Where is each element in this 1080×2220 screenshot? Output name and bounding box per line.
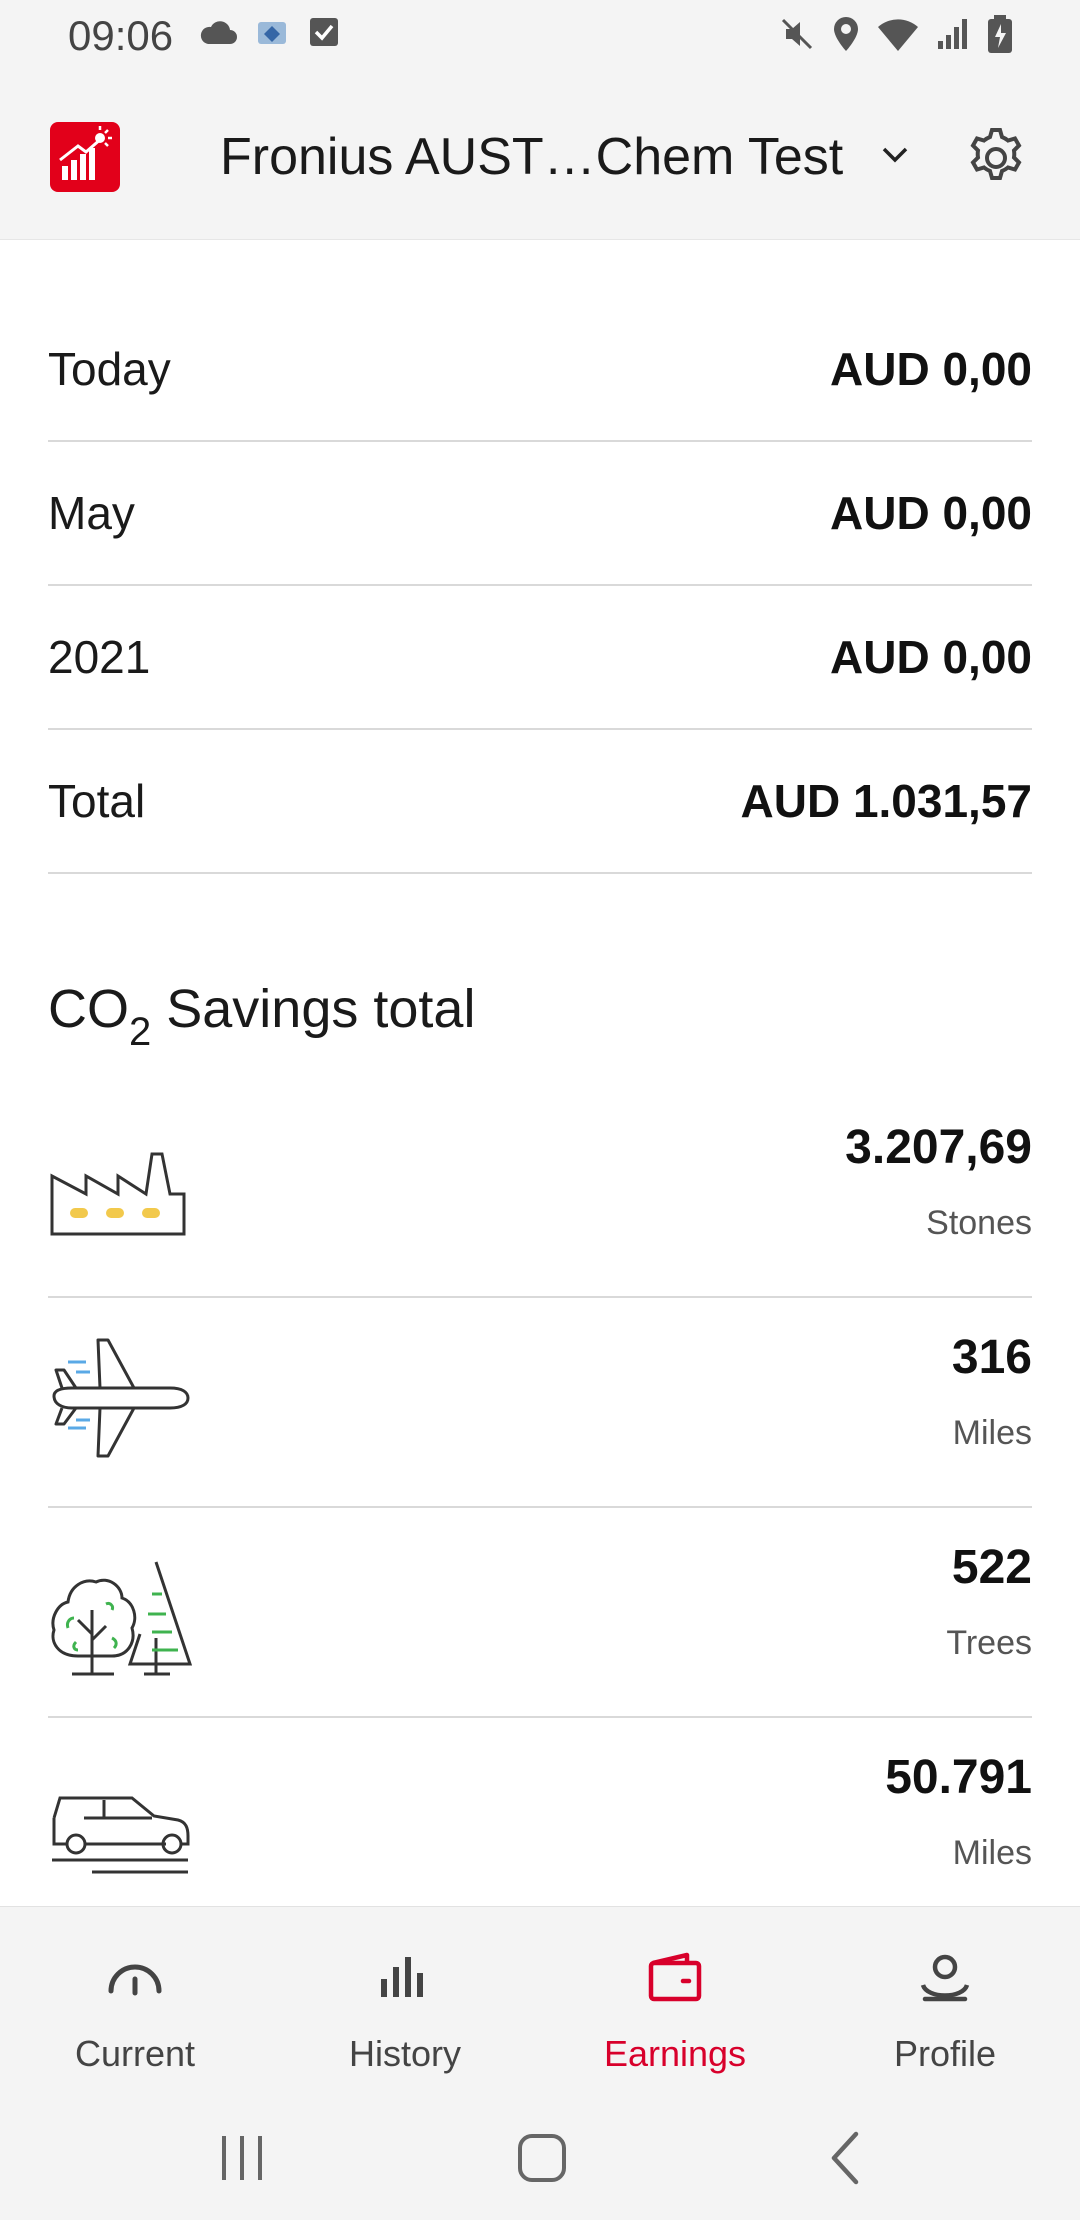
earnings-row-value: AUD 0,00: [830, 631, 1032, 683]
nav-item-profile[interactable]: Profile: [810, 1907, 1080, 2097]
nav-item-history[interactable]: History: [270, 1907, 540, 2097]
earnings-row-value: AUD 0,00: [830, 487, 1032, 539]
status-bar: 09:06: [0, 0, 1080, 72]
nav-label: Profile: [893, 2033, 997, 2074]
earnings-row-month: May AUD 0,00: [48, 442, 1032, 586]
co2-item-value: 522: [951, 1541, 1032, 1594]
app-bar: Fronius AUST…Chem Test: [0, 72, 1080, 240]
earnings-row-label: 2021: [48, 631, 151, 683]
co2-item-car: 50.791 Miles: [48, 1718, 1032, 1906]
co2-savings-heading: CO2 Savings total: [48, 978, 475, 1055]
app-logo: [50, 122, 120, 192]
earnings-row-total: Total AUD 1.031,57: [48, 730, 1032, 874]
co2-item-value: 316: [951, 1331, 1032, 1384]
earnings-row-label: May: [48, 487, 135, 539]
checkbox-icon: [310, 18, 338, 46]
co2-heading-suffix: Savings total: [151, 979, 476, 1039]
mute-icon: [781, 18, 813, 50]
earnings-row-label: Today: [48, 343, 171, 395]
co2-heading-prefix: CO: [48, 979, 129, 1039]
location-icon: [834, 17, 858, 51]
solar-chart-logo-icon: [59, 126, 112, 180]
earnings-row-today: Today AUD 0,00: [48, 298, 1032, 442]
earnings-row-value: AUD 1.031,57: [740, 775, 1033, 827]
bar-chart-icon: [381, 1957, 423, 1997]
earnings-row-year: 2021 AUD 0,00: [48, 586, 1032, 730]
home-icon[interactable]: [502, 2124, 582, 2194]
nav-item-earnings[interactable]: Earnings: [540, 1907, 810, 2097]
co2-item-airplane: 316 Miles: [48, 1298, 1032, 1508]
back-icon[interactable]: [806, 2124, 886, 2194]
co2-item-trees: 522 Trees: [48, 1508, 1032, 1718]
nav-label: Earnings: [603, 2033, 747, 2074]
co2-item-unit: Trees: [946, 1624, 1032, 1662]
wallet-icon: [648, 1952, 702, 2002]
co2-item-unit: Stones: [926, 1204, 1032, 1242]
gauge-icon: [108, 1964, 162, 1996]
airplane-icon: [52, 1338, 190, 1458]
system-selector-title[interactable]: Fronius AUST…Chem Test: [220, 127, 843, 187]
status-right-icons: [778, 14, 1014, 54]
factory-icon: [50, 1152, 186, 1236]
car-icon: [52, 1796, 190, 1874]
app-notification-icon: [258, 22, 286, 44]
nav-label: History: [348, 2033, 461, 2074]
signal-icon: [938, 19, 967, 49]
gear-icon[interactable]: [962, 124, 1030, 192]
wifi-icon: [878, 19, 918, 51]
cloud-icon: [200, 21, 237, 44]
earnings-row-value: AUD 0,00: [830, 343, 1032, 395]
chevron-down-icon[interactable]: [878, 138, 912, 172]
co2-item-unit: Miles: [952, 1834, 1032, 1872]
status-time: 09:06: [68, 12, 174, 59]
battery-icon: [988, 15, 1012, 53]
co2-item-unit: Miles: [952, 1414, 1032, 1452]
co2-item-value: 50.791: [885, 1751, 1032, 1804]
co2-heading-subscript: 2: [129, 1010, 152, 1054]
nav-label: Current: [74, 2033, 196, 2074]
recent-apps-icon[interactable]: [202, 2124, 282, 2194]
earnings-content[interactable]: Today AUD 0,00 May AUD 0,00 2021 AUD 0,0…: [0, 240, 1080, 1906]
status-left-icons: [198, 14, 342, 50]
profile-icon: [920, 1954, 970, 2002]
co2-item-factory: 3.207,69 Stones: [48, 1088, 1032, 1298]
earnings-row-label: Total: [48, 775, 146, 827]
bottom-navigation: Current History Earnings Profile: [0, 1906, 1080, 2096]
co2-item-value: 3.207,69: [845, 1121, 1032, 1174]
trees-icon: [51, 1561, 192, 1676]
nav-item-current[interactable]: Current: [0, 1907, 270, 2097]
system-navigation-bar: [0, 2096, 1080, 2220]
